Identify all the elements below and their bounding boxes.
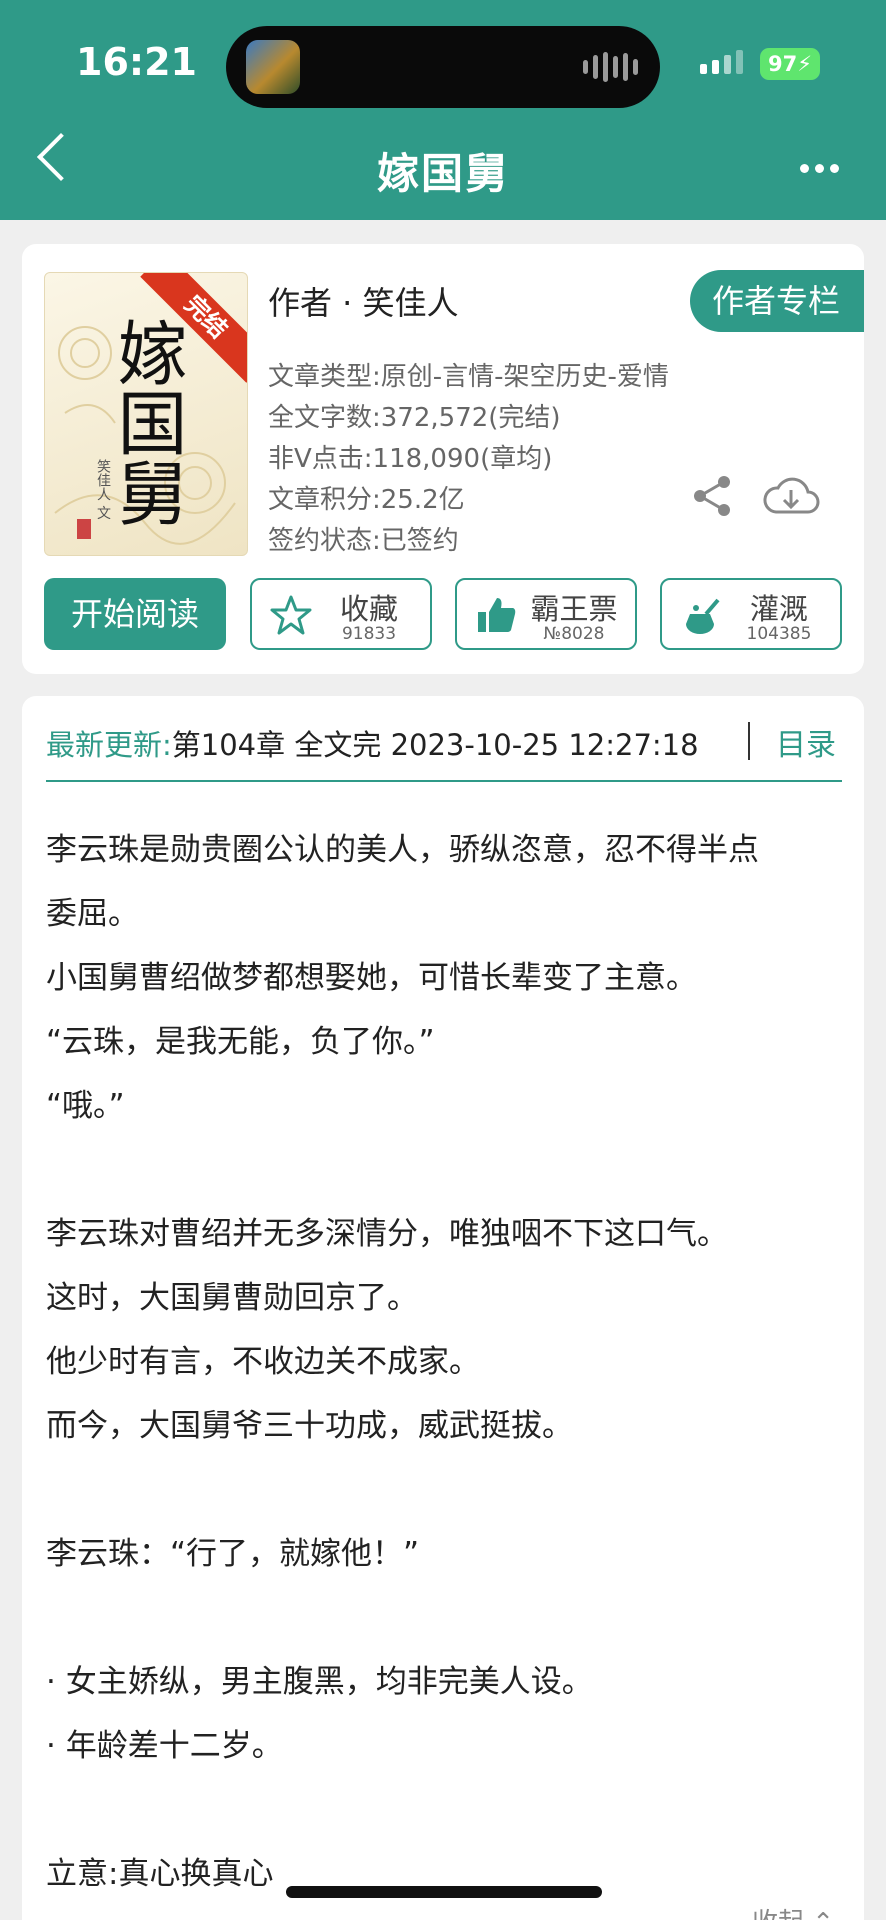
synopsis-line <box>46 1458 846 1522</box>
battery-icon: 97⚡ <box>760 48 820 80</box>
cover-title: 嫁国舅 <box>106 317 188 527</box>
info-genre: 文章类型:原创-言情-架空历史-爱情 <box>268 362 669 392</box>
synopsis-text: 李云珠是勋贵圈公认的美人，骄纵恣意，忍不得半点 委屈。小国舅曹绍做梦都想娶她，可惜… <box>46 818 846 1906</box>
thumbs-up-icon <box>478 598 516 632</box>
synopsis-line: 这时，大国舅曹勋回京了。 <box>46 1280 418 1316</box>
irrigate-label: 灌溉 <box>749 592 808 626</box>
audio-wave-icon <box>583 52 638 82</box>
irrigate-button[interactable]: 灌溉 104385 <box>660 578 842 650</box>
synopsis-line: 而今，大国舅爷三十功成，威武挺拔。 <box>46 1408 573 1444</box>
synopsis-line: 小国舅曹绍做梦都想娶她，可惜长辈变了主意。 <box>46 960 697 996</box>
info-clicks: 非V点击:118,090(章均) <box>268 444 553 474</box>
battery-level: 97 <box>768 52 798 76</box>
table-of-contents-link[interactable]: 目录 <box>776 720 836 764</box>
latest-update-value: 第104章 全文完 2023-10-25 12:27:18 <box>171 728 699 762</box>
info-contract: 签约状态:已签约 <box>268 526 459 556</box>
dynamic-island <box>226 26 660 108</box>
watering-flask-icon <box>686 598 720 634</box>
synopsis-line <box>46 1138 846 1202</box>
download-cloud-icon[interactable] <box>762 474 820 518</box>
author-line[interactable]: 作者 · 笑佳人 <box>268 278 459 324</box>
synopsis-line: 李云珠：“行了，就嫁他！” <box>46 1536 420 1572</box>
synopsis-line: 他少时有言，不收边关不成家。 <box>46 1344 480 1380</box>
info-score: 文章积分:25.2亿 <box>268 485 465 515</box>
synopsis-line: “哦。” <box>46 1088 125 1124</box>
start-reading-button[interactable]: 开始阅读 <box>44 578 226 650</box>
synopsis-line: 李云珠是勋贵圈公认的美人，骄纵恣意，忍不得半点 <box>46 832 759 868</box>
status-time: 16:21 <box>76 40 197 84</box>
home-indicator[interactable] <box>286 1886 602 1898</box>
synopsis-line: · 年龄差十二岁。 <box>46 1728 283 1764</box>
collapse-button[interactable]: 收起 ⌃ <box>752 1902 834 1920</box>
irrigate-count: 104385 <box>746 624 812 644</box>
synopsis-line: 李云珠对曹绍并无多深情分，唯独咽不下这口气。 <box>46 1216 728 1252</box>
app-header: 16:21 97⚡ 嫁国舅 <box>0 0 886 220</box>
more-icon[interactable] <box>800 164 839 173</box>
synopsis-line <box>46 1778 846 1842</box>
page-title: 嫁国舅 <box>376 149 509 198</box>
synopsis-line: “云珠，是我无能，负了你。” <box>46 1024 435 1060</box>
bawangpiao-button[interactable]: 霸王票 №8028 <box>455 578 637 650</box>
synopsis-line: 委屈。 <box>46 896 139 932</box>
star-icon <box>270 595 312 635</box>
collapse-label: 收起 <box>752 1908 804 1920</box>
latest-update[interactable]: 最新更新:第104章 全文完 2023-10-25 12:27:18 <box>46 722 706 764</box>
cover-author: 笑佳人 文 <box>95 459 111 520</box>
share-icon[interactable] <box>690 474 734 518</box>
cover-seal <box>77 519 91 539</box>
favorite-label: 收藏 <box>339 592 398 626</box>
synopsis-line: · 女主娇纵，男主腹黑，均非完美人设。 <box>46 1664 593 1700</box>
bawangpiao-label: 霸王票 <box>530 592 618 626</box>
info-word-count: 全文字数:372,572(完结) <box>268 403 561 433</box>
signal-icon <box>700 50 743 74</box>
bawangpiao-count: №8028 <box>543 624 605 644</box>
divider <box>46 780 842 782</box>
book-cover[interactable]: 完结 嫁国舅 笑佳人 文 <box>44 272 248 556</box>
favorite-count: 91833 <box>341 624 397 644</box>
latest-update-label: 最新更新: <box>46 728 172 762</box>
author-column-button[interactable]: 作者专栏 <box>690 270 864 332</box>
now-playing-thumbnail <box>246 40 300 94</box>
favorite-button[interactable]: 收藏 91833 <box>250 578 432 650</box>
synopsis-line <box>46 1586 846 1650</box>
divider <box>748 722 750 760</box>
